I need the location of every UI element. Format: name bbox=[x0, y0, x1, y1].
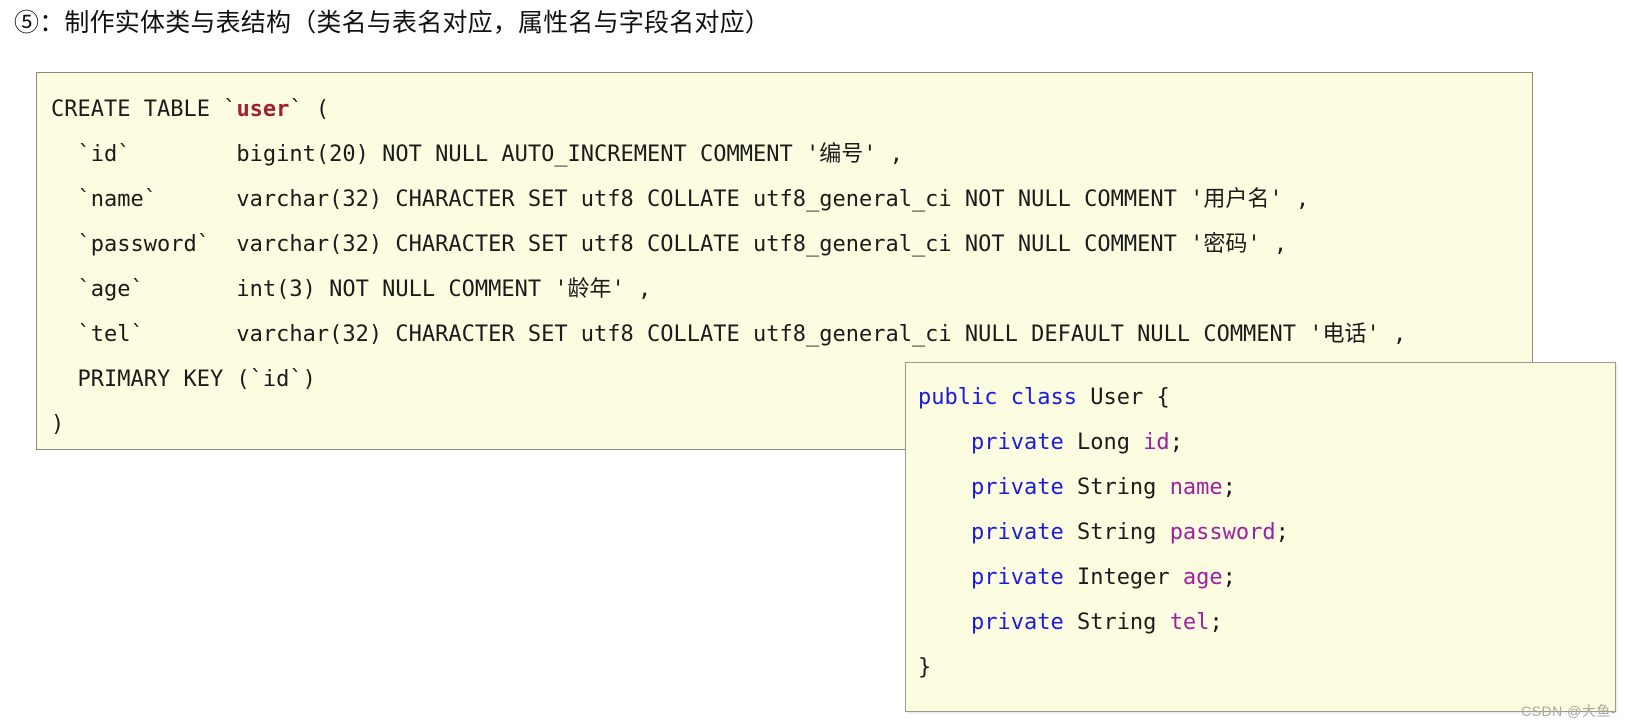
java-class-name: User bbox=[1090, 385, 1144, 410]
java-line-field-password: private String password; bbox=[918, 510, 1289, 555]
sql-create-suffix: ` ( bbox=[289, 97, 330, 122]
sql-line-tel: `tel` varchar(32) CHARACTER SET utf8 COL… bbox=[51, 322, 1407, 347]
java-keyword-public: public bbox=[918, 385, 998, 410]
java-field-semicolon: ; bbox=[1169, 430, 1183, 455]
java-field-semicolon: ; bbox=[1275, 520, 1289, 545]
java-code-text: public class User { private Long id; pri… bbox=[918, 375, 1289, 690]
java-field-modifier: private bbox=[970, 565, 1064, 590]
java-field-type: String bbox=[1076, 610, 1157, 635]
java-keyword-class: class bbox=[1010, 385, 1077, 410]
java-field-semicolon: ; bbox=[1222, 565, 1236, 590]
java-field-modifier: private bbox=[970, 610, 1064, 635]
java-field-name: name bbox=[1169, 475, 1223, 500]
java-field-modifier: private bbox=[970, 430, 1064, 455]
java-field-name: tel bbox=[1169, 610, 1210, 635]
sql-line-create: CREATE TABLE `user` ( bbox=[51, 87, 1406, 132]
sql-line-id: `id` bigint(20) NOT NULL AUTO_INCREMENT … bbox=[51, 142, 903, 167]
csdn-watermark: CSDN @大鱼- bbox=[1521, 703, 1616, 719]
java-field-type: String bbox=[1076, 475, 1157, 500]
sql-line-age: `age` int(3) NOT NULL COMMENT '龄年' , bbox=[51, 277, 652, 302]
page-title-text: ⑤：制作实体类与表结构（类名与表名对应，属性名与字段名对应） bbox=[14, 9, 771, 37]
java-line-field-id: private Long id; bbox=[918, 420, 1289, 465]
sql-create-prefix: CREATE TABLE ` bbox=[51, 97, 237, 122]
java-line-close-brace: } bbox=[918, 655, 932, 680]
java-field-name: age bbox=[1182, 565, 1223, 590]
sql-line-name: `name` varchar(32) CHARACTER SET utf8 CO… bbox=[51, 187, 1310, 212]
java-line-field-name: private String name; bbox=[918, 465, 1289, 510]
java-field-name: id bbox=[1143, 430, 1170, 455]
java-field-semicolon: ; bbox=[1222, 475, 1236, 500]
java-field-name: password bbox=[1169, 520, 1276, 545]
java-code-block: public class User { private Long id; pri… bbox=[905, 362, 1616, 712]
java-field-type: String bbox=[1076, 520, 1157, 545]
sql-line-password: `password` varchar(32) CHARACTER SET utf… bbox=[51, 232, 1288, 257]
java-field-modifier: private bbox=[970, 520, 1064, 545]
java-open-brace: { bbox=[1156, 385, 1170, 410]
java-line-field-age: private Integer age; bbox=[918, 555, 1289, 600]
java-field-modifier: private bbox=[970, 475, 1064, 500]
java-field-semicolon: ; bbox=[1209, 610, 1223, 635]
java-line-field-tel: private String tel; bbox=[918, 600, 1289, 645]
java-field-type: Long bbox=[1076, 430, 1130, 455]
sql-table-name: user bbox=[236, 97, 290, 122]
java-line-class-decl: public class User { bbox=[918, 375, 1289, 420]
page-title: ⑤：制作实体类与表结构（类名与表名对应，属性名与字段名对应） bbox=[14, 6, 770, 40]
java-field-type: Integer bbox=[1076, 565, 1170, 590]
